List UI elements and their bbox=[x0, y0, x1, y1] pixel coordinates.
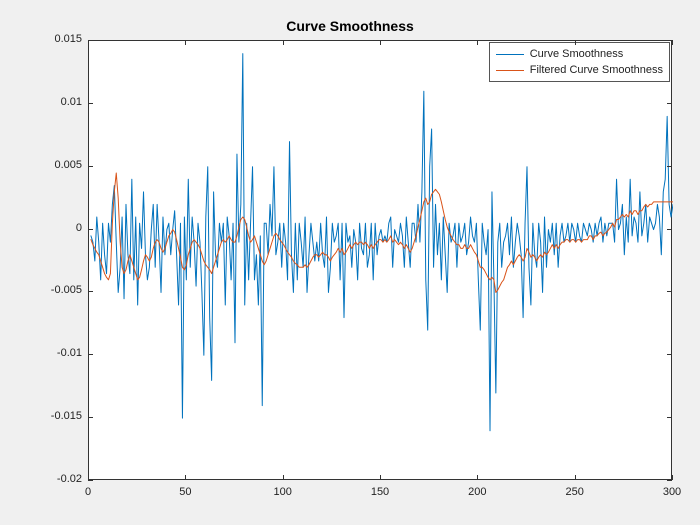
tick-mark bbox=[667, 480, 672, 481]
x-tick-label: 150 bbox=[371, 486, 389, 498]
tick-mark bbox=[88, 354, 93, 355]
tick-mark bbox=[477, 475, 478, 480]
tick-mark bbox=[88, 475, 89, 480]
legend-box: Curve Smoothness Filtered Curve Smoothne… bbox=[489, 42, 670, 82]
tick-mark bbox=[672, 475, 673, 480]
legend-label-2: Filtered Curve Smoothness bbox=[530, 64, 663, 76]
x-tick-label: 100 bbox=[273, 486, 291, 498]
tick-mark bbox=[667, 103, 672, 104]
tick-mark bbox=[88, 417, 93, 418]
tick-mark bbox=[283, 475, 284, 480]
y-tick-label: -0.005 bbox=[22, 284, 82, 296]
tick-mark bbox=[380, 475, 381, 480]
chart-title: Curve Smoothness bbox=[0, 18, 700, 34]
y-tick-label: 0.01 bbox=[22, 96, 82, 108]
tick-mark bbox=[88, 229, 93, 230]
x-tick-label: 0 bbox=[85, 486, 91, 498]
x-tick-label: 200 bbox=[468, 486, 486, 498]
plot-axes bbox=[88, 40, 672, 480]
tick-mark bbox=[88, 103, 93, 104]
series-line bbox=[91, 54, 673, 431]
legend-label-1: Curve Smoothness bbox=[530, 48, 624, 60]
y-tick-label: -0.015 bbox=[22, 410, 82, 422]
tick-mark bbox=[185, 40, 186, 45]
tick-mark bbox=[575, 475, 576, 480]
y-tick-label: -0.01 bbox=[22, 347, 82, 359]
legend-entry-1: Curve Smoothness bbox=[496, 46, 663, 62]
tick-mark bbox=[672, 40, 673, 45]
tick-mark bbox=[477, 40, 478, 45]
y-tick-label: 0.005 bbox=[22, 159, 82, 171]
tick-mark bbox=[667, 354, 672, 355]
x-tick-label: 250 bbox=[565, 486, 583, 498]
tick-mark bbox=[185, 475, 186, 480]
tick-mark bbox=[283, 40, 284, 45]
tick-mark bbox=[667, 291, 672, 292]
tick-mark bbox=[667, 166, 672, 167]
tick-mark bbox=[88, 480, 93, 481]
tick-mark bbox=[380, 40, 381, 45]
tick-mark bbox=[88, 291, 93, 292]
tick-mark bbox=[667, 417, 672, 418]
y-tick-label: -0.02 bbox=[22, 473, 82, 485]
legend-entry-2: Filtered Curve Smoothness bbox=[496, 62, 663, 78]
figure-background: Curve Smoothness Curve Smoothness Filter… bbox=[0, 0, 700, 525]
plot-canvas bbox=[89, 41, 673, 481]
x-tick-label: 300 bbox=[663, 486, 681, 498]
tick-mark bbox=[88, 166, 93, 167]
tick-mark bbox=[575, 40, 576, 45]
tick-mark bbox=[667, 229, 672, 230]
y-tick-label: 0.015 bbox=[22, 33, 82, 45]
legend-swatch-2 bbox=[496, 70, 524, 71]
legend-swatch-1 bbox=[496, 54, 524, 55]
tick-mark bbox=[88, 40, 89, 45]
x-tick-label: 50 bbox=[179, 486, 191, 498]
y-tick-label: 0 bbox=[22, 222, 82, 234]
